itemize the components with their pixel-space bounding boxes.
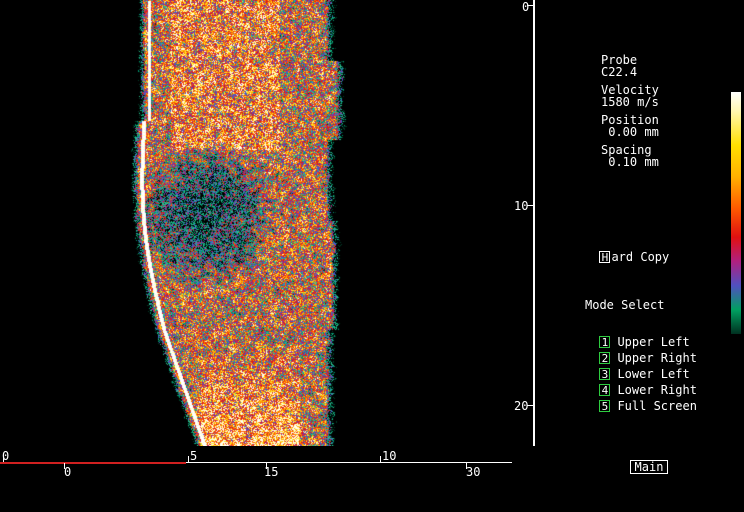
mode-label: Full Screen [617, 399, 697, 413]
ultrasound-image [0, 0, 512, 446]
mode-key-5: 5 [599, 400, 611, 413]
lateral-tick [188, 456, 189, 462]
spacing-value: 0.10 mm [601, 155, 659, 169]
lateral-label-lower-15: 15 [264, 465, 279, 479]
probe-value: C22.4 [601, 65, 638, 79]
lateral-label-upper-10: 10 [382, 449, 397, 463]
depth-label-10: 10 [514, 199, 529, 213]
position-value: 0.00 mm [601, 125, 659, 139]
depth-axis [533, 0, 535, 446]
main-button[interactable]: Main [630, 460, 668, 474]
lateral-label-upper-0: 0 [2, 449, 10, 463]
mode-select-title: Mode Select [585, 298, 665, 312]
color-scale-bar [731, 92, 741, 334]
hard-copy-button[interactable]: Hard Copy [585, 236, 669, 264]
lateral-axis-highlight [0, 462, 186, 464]
velocity-value: 1580 m/s [601, 95, 659, 109]
depth-label-20: 20 [514, 399, 529, 413]
lateral-tick [380, 456, 381, 462]
mode-full-screen-button[interactable]: 5 Full Screen [585, 385, 697, 413]
depth-label-0: 0 [522, 0, 530, 14]
hard-copy-label: ard Copy [611, 250, 670, 264]
lateral-label-lower-30: 30 [466, 465, 481, 479]
hard-copy-key: H [599, 251, 611, 264]
lateral-label-lower-0: 0 [64, 465, 72, 479]
lateral-label-upper-5: 5 [190, 449, 198, 463]
